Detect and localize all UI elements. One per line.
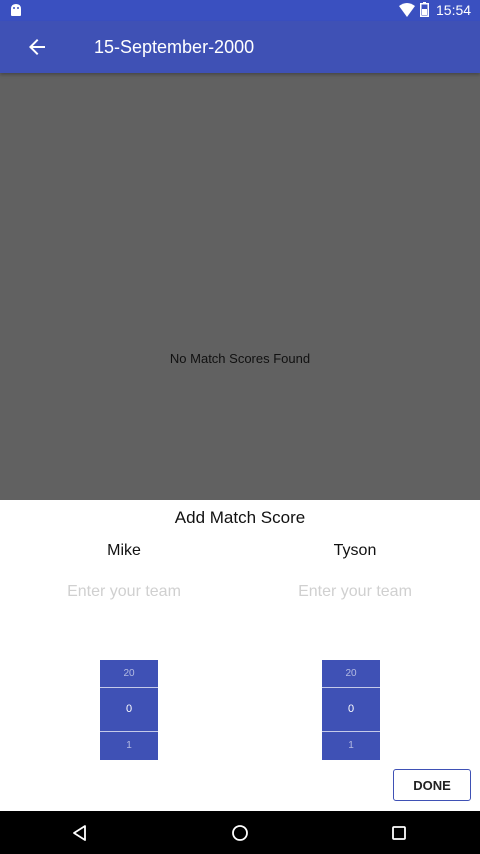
nav-recents-button[interactable]: [384, 818, 414, 848]
picker-next-value[interactable]: 1: [100, 732, 158, 760]
team-input-tyson[interactable]: [255, 578, 455, 606]
picker-current-value[interactable]: 0: [322, 688, 380, 731]
app-bar: 15-September-2000: [0, 21, 480, 73]
score-picker-mike[interactable]: 20 0 1: [100, 660, 158, 760]
nav-home-icon: [232, 825, 248, 841]
back-button[interactable]: [14, 24, 60, 70]
battery-icon: [420, 2, 429, 17]
score-picker-tyson[interactable]: 20 0 1: [322, 660, 380, 760]
nav-recents-icon: [392, 826, 406, 840]
scores-overlay: No Match Scores Found: [0, 73, 480, 500]
nav-back-button[interactable]: [65, 818, 95, 848]
status-bar: 15:54: [0, 0, 480, 21]
back-arrow-icon: [29, 39, 45, 55]
empty-state-message: No Match Scores Found: [169, 351, 311, 366]
picker-prev-value[interactable]: 20: [322, 660, 380, 687]
picker-prev-value[interactable]: 20: [100, 660, 158, 687]
picker-next-value[interactable]: 1: [322, 732, 380, 760]
system-nav-bar: [0, 811, 480, 854]
nav-back-icon: [73, 825, 86, 841]
android-icon: [11, 4, 21, 16]
page-title: 15-September-2000: [94, 37, 255, 57]
add-match-score-dialog: Add Match Score Mike Tyson 20 0 1 20 0 1…: [0, 500, 480, 811]
wifi-icon: [399, 3, 415, 17]
picker-current-value[interactable]: 0: [100, 688, 158, 731]
dialog-title: Add Match Score: [174, 508, 306, 527]
status-time: 15:54: [436, 2, 472, 18]
nav-home-button[interactable]: [225, 818, 255, 848]
player-name-mike: Mike: [107, 542, 141, 559]
team-input-mike[interactable]: [24, 578, 224, 606]
player-name-tyson: Tyson: [333, 542, 377, 559]
done-button[interactable]: DONE: [393, 769, 471, 801]
